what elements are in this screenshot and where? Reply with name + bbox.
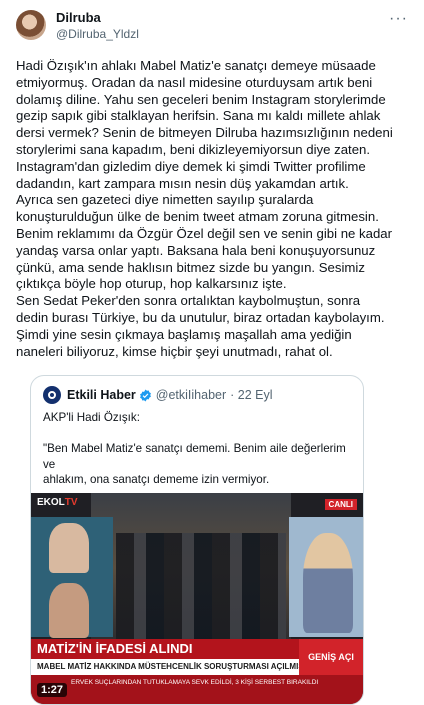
quoted-author-handle[interactable]: @etkiIihaber (156, 388, 226, 402)
video-person (49, 523, 89, 573)
channel-logo-suffix: TV (64, 497, 78, 508)
tweet-header: Dilruba @Dilruba_Yldzl ··· (16, 10, 408, 50)
video-duration: 1:27 (37, 683, 68, 697)
quoted-tweet-header: Etkili Haber @etkiIihaber · 22 Eyl (31, 376, 363, 404)
verified-badge-icon (139, 389, 151, 401)
video-crowd (116, 533, 286, 643)
channel-logo: EKOLTV (37, 497, 78, 508)
author-handle[interactable]: @Dilruba_Yldzl (56, 26, 389, 42)
quoted-text: AKP'li Hadi Özışık: "Ben Mabel Matiz'e s… (43, 411, 346, 502)
live-badge: CANLI (324, 499, 357, 510)
program-badge: GENİŞ AÇI (299, 639, 363, 675)
tweet: Dilruba @Dilruba_Yldzl ··· Hadi Özışık'ı… (0, 0, 424, 705)
news-ticker: ERVEK SUÇLARINDAN TUTUKLAMAYA SEVK EDİLD… (31, 675, 363, 704)
author-names: Dilruba @Dilruba_Yldzl (56, 10, 389, 42)
video-headline: MATİZ'İN İFADESİ ALINDI (31, 639, 331, 659)
video-subheadline: MABEL MATİZ HAKKINDA MÜSTEHCENLİK SORUŞT… (31, 659, 331, 675)
avatar[interactable] (16, 10, 46, 40)
ticker-text: ERVEK SUÇLARINDAN TUTUKLAMAYA SEVK EDİLD… (71, 679, 319, 686)
quoted-author-name[interactable]: Etkili Haber (67, 388, 136, 402)
quoted-tweet[interactable]: Etkili Haber @etkiIihaber · 22 Eyl AKP'l… (30, 375, 364, 705)
tweet-text: Hadi Özışık'ın ahlakı Mabel Matiz'e sana… (16, 58, 393, 359)
video-anchor (303, 533, 353, 633)
channel-logo-text: EKOL (37, 497, 65, 508)
quoted-date[interactable]: · 22 Eyl (230, 388, 272, 402)
author-display-name[interactable]: Dilruba (56, 10, 389, 26)
more-options-icon[interactable]: ··· (389, 10, 408, 28)
quoted-avatar[interactable] (43, 386, 61, 404)
video-player[interactable]: EKOLTV CANLI MATİZ'İN İFADESİ ALINDI MAB… (31, 493, 363, 704)
video-person (49, 583, 89, 638)
